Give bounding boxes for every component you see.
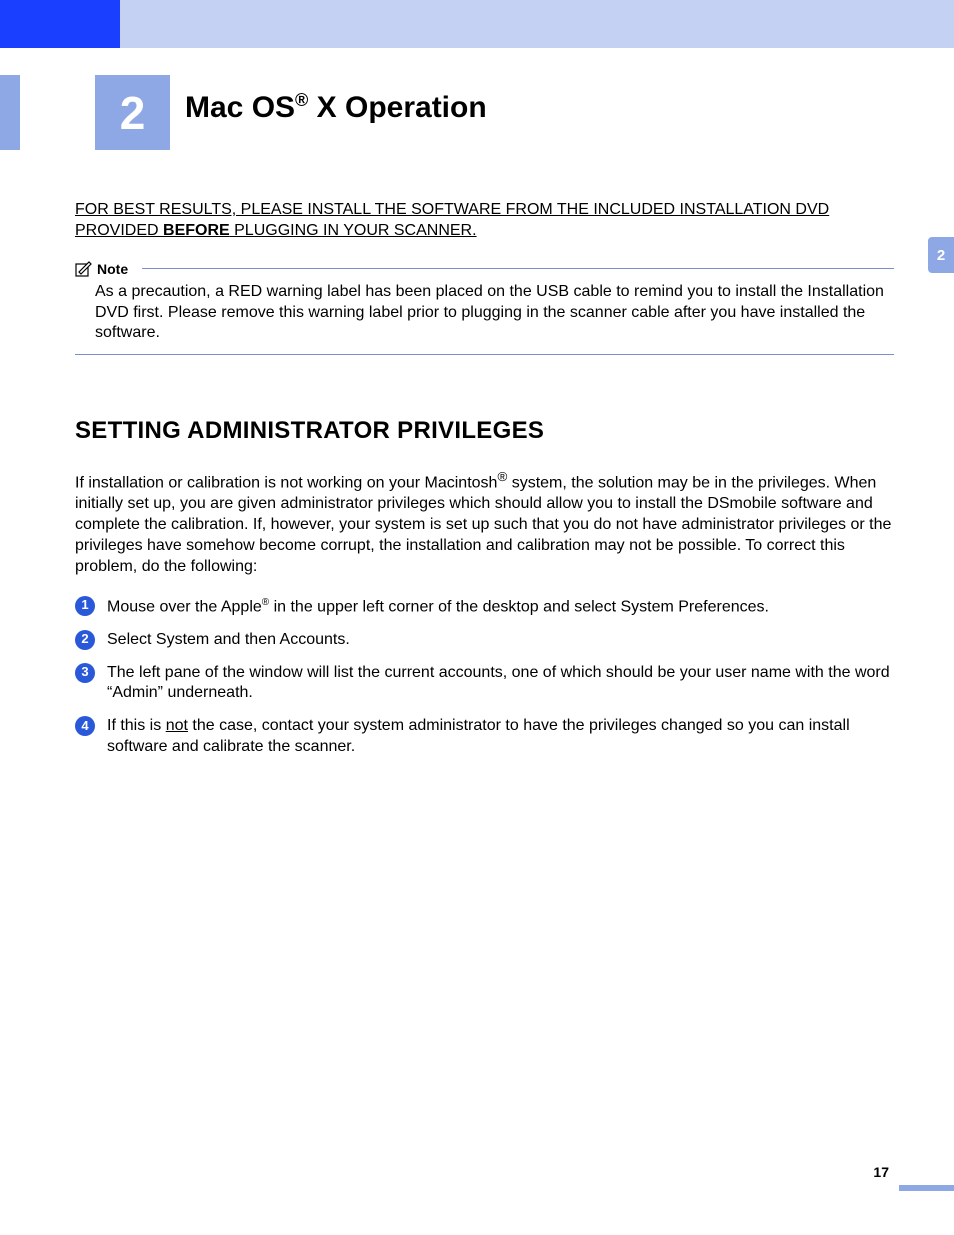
note-rule-top xyxy=(142,268,894,269)
step-text-post: in the upper left corner of the desktop … xyxy=(269,598,769,615)
note-rule-bottom xyxy=(75,354,894,355)
page-number-accent xyxy=(899,1185,954,1191)
section-intro-pre: If installation or calibration is not wo… xyxy=(75,475,497,492)
page-content: FOR BEST RESULTS, PLEASE INSTALL THE SOF… xyxy=(75,200,894,770)
warning-bold: BEFORE xyxy=(163,222,230,239)
section-intro: If installation or calibration is not wo… xyxy=(75,468,894,577)
list-item: 1 Mouse over the Apple® in the upper lef… xyxy=(75,596,894,618)
header-accent-left xyxy=(0,0,120,48)
note-body: As a precaution, a RED warning label has… xyxy=(75,278,894,344)
step-number-badge: 2 xyxy=(75,630,95,650)
note-header: Note xyxy=(75,260,894,278)
step-text-underline: not xyxy=(166,717,188,734)
list-item: 2 Select System and then Accounts. xyxy=(75,630,894,651)
section-heading: SETTING ADMINISTRATOR PRIVILEGES xyxy=(75,415,894,446)
step-text: If this is not the case, contact your sy… xyxy=(107,716,894,758)
note-block: Note As a precaution, a RED warning labe… xyxy=(75,260,894,356)
list-item: 3 The left pane of the window will list … xyxy=(75,663,894,705)
step-text-post: the case, contact your system administra… xyxy=(107,717,850,755)
step-text: The left pane of the window will list th… xyxy=(107,663,894,705)
step-list: 1 Mouse over the Apple® in the upper lef… xyxy=(75,596,894,758)
registered-icon: ® xyxy=(295,90,308,110)
list-item: 4 If this is not the case, contact your … xyxy=(75,716,894,758)
note-label: Note xyxy=(97,260,128,278)
install-warning: FOR BEST RESULTS, PLEASE INSTALL THE SOF… xyxy=(75,200,894,242)
step-number-badge: 3 xyxy=(75,663,95,683)
chapter-title-post: X Operation xyxy=(308,91,486,124)
warning-post: PLUGGING IN YOUR SCANNER. xyxy=(230,222,477,239)
side-tab: 2 xyxy=(928,237,954,273)
step-number-badge: 1 xyxy=(75,596,95,616)
chapter-title-pre: Mac OS xyxy=(185,91,295,124)
chapter-badge-stub xyxy=(0,75,20,150)
chapter-number-badge: 2 xyxy=(95,75,170,150)
chapter-title: Mac OS® X Operation xyxy=(185,90,487,125)
step-number-badge: 4 xyxy=(75,716,95,736)
step-text-pre: If this is xyxy=(107,717,166,734)
registered-icon: ® xyxy=(497,469,507,484)
page-number: 17 xyxy=(873,1164,889,1180)
header-accent-right xyxy=(120,0,954,48)
step-text-pre: Mouse over the Apple xyxy=(107,598,262,615)
note-pencil-icon xyxy=(75,261,93,277)
step-text: Select System and then Accounts. xyxy=(107,630,894,651)
step-text: Mouse over the Apple® in the upper left … xyxy=(107,596,894,618)
